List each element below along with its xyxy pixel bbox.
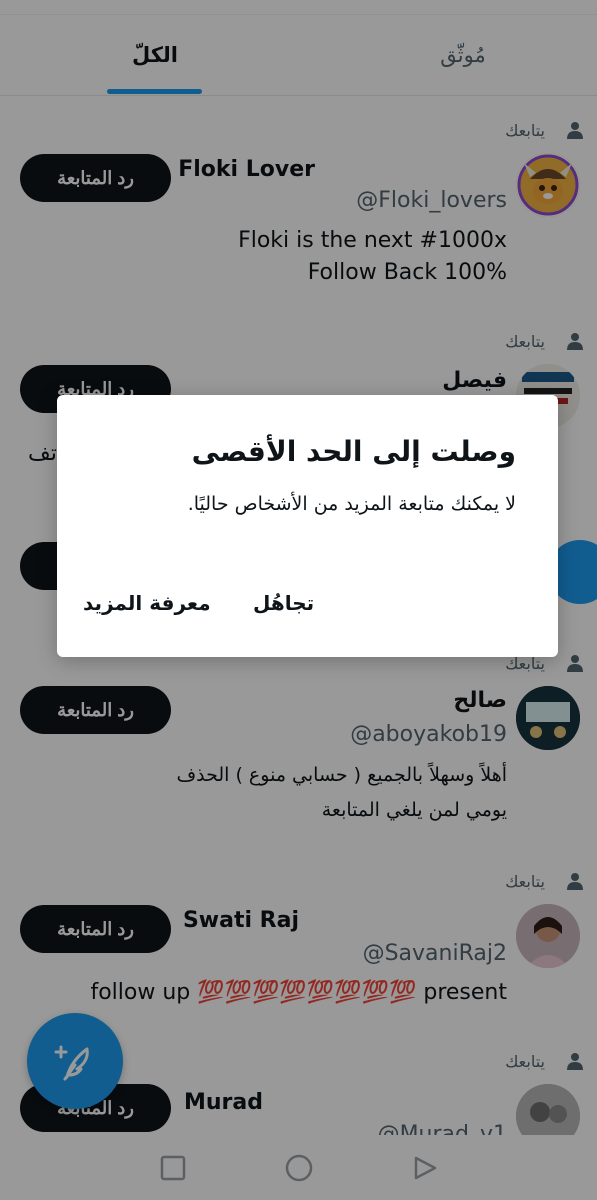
ignore-button[interactable]: تجاهُل <box>253 591 314 615</box>
notifications-page: الكلّ مُوثّق يتابعك Floki Lover @Floki_l… <box>0 0 597 1200</box>
limit-reached-dialog: وصلت إلى الحد الأقصى لا يمكنك متابعة الم… <box>57 395 558 657</box>
dialog-message: لا يمكنك متابعة المزيد من الأشخاص حاليًا… <box>187 493 516 515</box>
learn-more-button[interactable]: معرفة المزيد <box>83 591 211 615</box>
dialog-title: وصلت إلى الحد الأقصى <box>191 435 516 468</box>
